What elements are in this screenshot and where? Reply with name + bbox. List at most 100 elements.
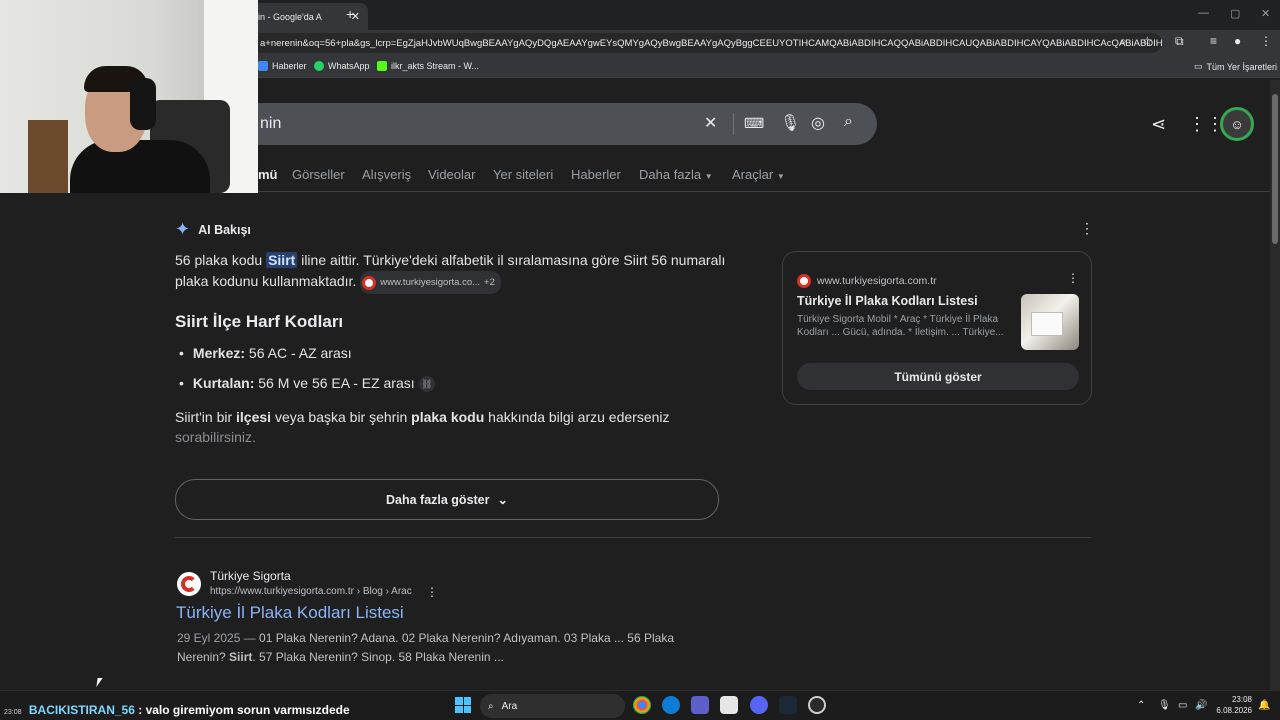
whatsapp-icon (314, 61, 324, 71)
tab-tools[interactable]: Araçlar ▼ (732, 167, 785, 182)
turkiye-sigorta-logo-icon (181, 576, 197, 592)
turkiye-sigorta-logo-icon (362, 275, 377, 290)
bookmark-star-icon[interactable]: ☆ (1142, 34, 1153, 48)
teams-icon[interactable] (691, 696, 709, 714)
turkiye-sigorta-logo-icon (797, 274, 811, 288)
result-favicon[interactable] (177, 572, 201, 596)
source-card[interactable]: www.turkiyesigorta.com.tr ⋮ Türkiye İl P… (782, 251, 1092, 405)
link-icon[interactable]: ⛓ (418, 376, 435, 393)
show-all-button[interactable]: Tümünü göster (797, 363, 1079, 390)
result-url[interactable]: https://www.turkiyesigorta.com.tr › Blog… (210, 586, 412, 597)
folder-icon: ▭ (1194, 61, 1203, 71)
network-icon[interactable]: ▭ (1178, 700, 1187, 711)
extensions-icon[interactable]: ⧉ (1175, 34, 1184, 49)
tab-news[interactable]: Haberler (571, 167, 621, 182)
ai-overview-menu-icon[interactable]: ⋮ (1080, 220, 1094, 237)
sparkle-icon: ✦ (175, 219, 191, 239)
microphone-icon[interactable]: 🎙 (780, 113, 800, 133)
tab-tools-label: Araçlar (732, 167, 774, 182)
avatar[interactable]: ☺ (1220, 107, 1254, 141)
volume-icon[interactable]: 🔊 (1195, 700, 1207, 711)
steam-icon[interactable] (779, 696, 797, 714)
card-site: www.turkiyesigorta.com.tr (797, 274, 937, 288)
mic-icon[interactable]: 🎙 (1158, 700, 1171, 711)
mouse-cursor-icon (96, 678, 103, 687)
result-date: 29 Eyl 2025 — (177, 631, 256, 645)
address-bar[interactable]: a+nerenin&oq=56+pla&gs_lcrp=EgZjaHJvbWUq… (250, 33, 1162, 53)
chat-username: BACIKISTIRAN_56 (28, 703, 135, 717)
all-bookmarks[interactable]: ▭ Tüm Yer İşaretleri (1194, 61, 1277, 72)
url-text: a+nerenin&oq=56+pla&gs_lcrp=EgZjaHJvbWUq… (260, 37, 1162, 49)
list-item-text: 56 M ve 56 EA - EZ arası (254, 375, 415, 391)
discord-icon[interactable] (750, 696, 768, 714)
tab-all[interactable]: mü (258, 167, 278, 182)
webcam-bookshelf (28, 120, 68, 193)
result-title-link[interactable]: Türkiye İl Plaka Kodları Listesi (176, 603, 404, 623)
ai-para-bold: plaka kodu (411, 409, 485, 425)
taskbar-search[interactable]: ⌕ Ara (480, 694, 625, 718)
tray-chevron-icon[interactable]: ⌃ (1137, 700, 1145, 711)
clock-time: 23:08 (1231, 695, 1252, 704)
card-menu-icon[interactable]: ⋮ (1067, 271, 1079, 285)
show-more-label: Daha fazla göster (386, 492, 490, 507)
share-icon[interactable]: ⋖ (1151, 114, 1166, 135)
ai-para-text: hakkında bilgi arzu ederseniz (484, 409, 670, 425)
headset-icon (130, 78, 156, 130)
webcam-overlay (0, 0, 258, 193)
apps-grid-icon[interactable]: ⋮⋮ (1188, 114, 1224, 135)
tab-title: in - Google'da A (258, 11, 322, 22)
snippet-bold: Siirt (229, 650, 253, 664)
search-icon[interactable]: ⌕ (844, 113, 853, 131)
search-query[interactable]: nin (260, 115, 281, 133)
bookmark-haberler[interactable]: Haberler (258, 61, 307, 71)
chrome-icon[interactable] (633, 696, 651, 714)
lens-icon[interactable]: ◎ (811, 113, 825, 133)
menu-icon[interactable]: ⋮ (1260, 34, 1272, 48)
tab-search-icon[interactable]: ≡ (1210, 34, 1217, 48)
notification-icon[interactable]: 🔔 (1258, 700, 1270, 711)
bookmark-stream[interactable]: ilkr_akts Stream - W... (377, 61, 479, 71)
list-item: Kurtalan: 56 M ve 56 EA - EZ arası⛓ (179, 375, 435, 393)
taskbar-search-label: Ara (501, 700, 518, 712)
source-chip[interactable]: www.turkiyesigorta.co... +2 (360, 271, 501, 294)
show-more-button[interactable]: Daha fazla göster ⌄ (175, 479, 719, 520)
maximize-icon[interactable]: ▢ (1230, 7, 1240, 20)
search-box[interactable]: nin ✕ ⌨ 🎙 ◎ ⌕ (240, 103, 877, 145)
card-thumbnail[interactable] (1021, 294, 1079, 350)
search-divider (733, 113, 734, 135)
card-site-text: www.turkiyesigorta.com.tr (817, 275, 937, 287)
app-icon[interactable] (808, 696, 826, 714)
close-window-icon[interactable]: ✕ (1261, 7, 1270, 20)
ai-subheading: Siirt İlçe Harf Kodları (175, 312, 344, 331)
minimize-icon[interactable]: — (1198, 7, 1209, 19)
search-icon: ⌕ (488, 700, 494, 712)
windows-start-icon[interactable] (455, 697, 471, 713)
new-tab-icon[interactable]: + (346, 6, 354, 22)
result-site-name[interactable]: Türkiye Sigorta (210, 569, 291, 583)
keyboard-icon[interactable]: ⌨ (744, 115, 764, 132)
edge-icon[interactable] (662, 696, 680, 714)
result-menu-icon[interactable]: ⋮ (426, 585, 438, 599)
taskbar: 23:08 BACIKISTIRAN_56 : valo giremiyom s… (0, 690, 1280, 720)
tab-places[interactable]: Yer siteleri (493, 167, 553, 182)
list-item-text: 56 AC - AZ arası (245, 345, 352, 361)
source-chip-site: www.turkiyesigorta.co... (380, 277, 481, 288)
scrollbar-thumb[interactable] (1272, 94, 1278, 244)
notepad-icon[interactable] (720, 696, 738, 714)
webcam-person-body (70, 140, 210, 193)
caret-down-icon: ▼ (704, 172, 713, 181)
tab-more[interactable]: Daha fazla ▼ (639, 167, 713, 182)
bookmark-whatsapp[interactable]: WhatsApp (314, 61, 370, 71)
taskbar-clock[interactable]: 23:08 6.08.2026 (1212, 694, 1252, 716)
clear-icon[interactable]: ✕ (704, 113, 717, 133)
profile-icon[interactable]: ● (1234, 34, 1241, 48)
ai-text-part: 56 plaka kodu (175, 252, 267, 268)
ai-para-bold: ilçesi (236, 409, 272, 425)
zoom-icon[interactable]: ⌕ (1120, 34, 1127, 49)
card-title[interactable]: Türkiye İl Plaka Kodları Listesi (797, 294, 978, 308)
tab-images[interactable]: Görseller (292, 167, 345, 182)
list-item-label: Kurtalan: (192, 375, 255, 391)
tab-shopping[interactable]: Alışveriş (362, 167, 411, 182)
page-scrollbar[interactable] (1270, 80, 1280, 690)
tab-videos[interactable]: Videolar (428, 167, 475, 182)
